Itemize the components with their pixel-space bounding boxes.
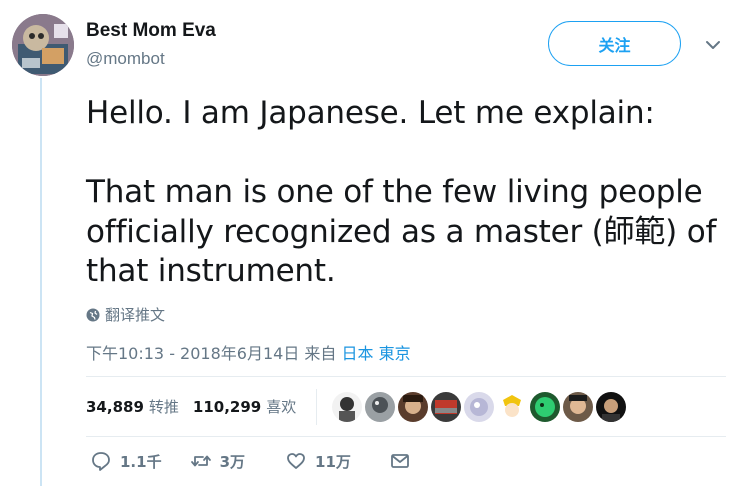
author-avatar[interactable] (12, 14, 74, 76)
direct-message-button[interactable] (389, 450, 411, 472)
translate-label: 翻译推文 (105, 306, 166, 324)
author-display-name[interactable]: Best Mom Eva (86, 20, 216, 42)
tweet-actions: 1.1千 3万 11万 (90, 450, 411, 472)
retweet-button[interactable]: 3万 (190, 450, 245, 472)
tweet-stats: 34,889 转推 110,299 喜欢 (86, 377, 310, 436)
tweet-metadata: 下午10:13 - 2018年6月14日 来自 日本 東京 (86, 340, 411, 364)
liker-avatars (332, 392, 626, 422)
liker-avatar[interactable] (530, 392, 560, 422)
retweets-label: 转推 (148, 398, 179, 416)
heart-icon (287, 453, 305, 469)
avatar-image (12, 14, 74, 76)
author-handle[interactable]: @mombot (86, 49, 165, 69)
likes-label: 喜欢 (266, 398, 297, 416)
reply-count: 1.1千 (120, 452, 162, 471)
liker-avatar[interactable] (398, 392, 428, 422)
timestamp[interactable]: 下午10:13 - 2018年6月14日 (86, 344, 299, 363)
translate-tweet-link[interactable]: 翻译推文 (86, 304, 165, 325)
liker-avatar[interactable] (365, 392, 395, 422)
from-label: 来自 (304, 344, 337, 363)
liker-avatar[interactable] (464, 392, 494, 422)
retweets-stat[interactable]: 34,889 转推 (86, 396, 179, 417)
likes-stat[interactable]: 110,299 喜欢 (193, 396, 296, 417)
liker-avatar[interactable] (431, 392, 461, 422)
like-count: 11万 (315, 452, 351, 471)
liker-avatar[interactable] (332, 392, 362, 422)
liker-avatar[interactable] (596, 392, 626, 422)
like-button[interactable]: 11万 (285, 450, 351, 472)
thread-line (40, 78, 42, 486)
divider-bottom (86, 436, 726, 437)
retweets-count: 34,889 (86, 398, 144, 416)
tweet-text: Hello. I am Japanese. Let me explain: Th… (86, 95, 717, 289)
stats-separator (316, 389, 317, 425)
retweet-count: 3万 (219, 452, 246, 471)
reply-icon (92, 452, 110, 471)
liker-avatar[interactable] (497, 392, 527, 422)
reply-button[interactable]: 1.1千 (90, 450, 162, 472)
chevron-down-icon[interactable] (704, 36, 722, 54)
envelope-icon (390, 454, 409, 468)
likes-count: 110,299 (192, 398, 262, 416)
liker-avatar[interactable] (563, 392, 593, 422)
follow-button[interactable]: 关注 (548, 21, 681, 66)
globe-icon (86, 308, 100, 321)
location-link[interactable]: 日本 東京 (342, 344, 411, 363)
retweet-icon (190, 455, 211, 467)
